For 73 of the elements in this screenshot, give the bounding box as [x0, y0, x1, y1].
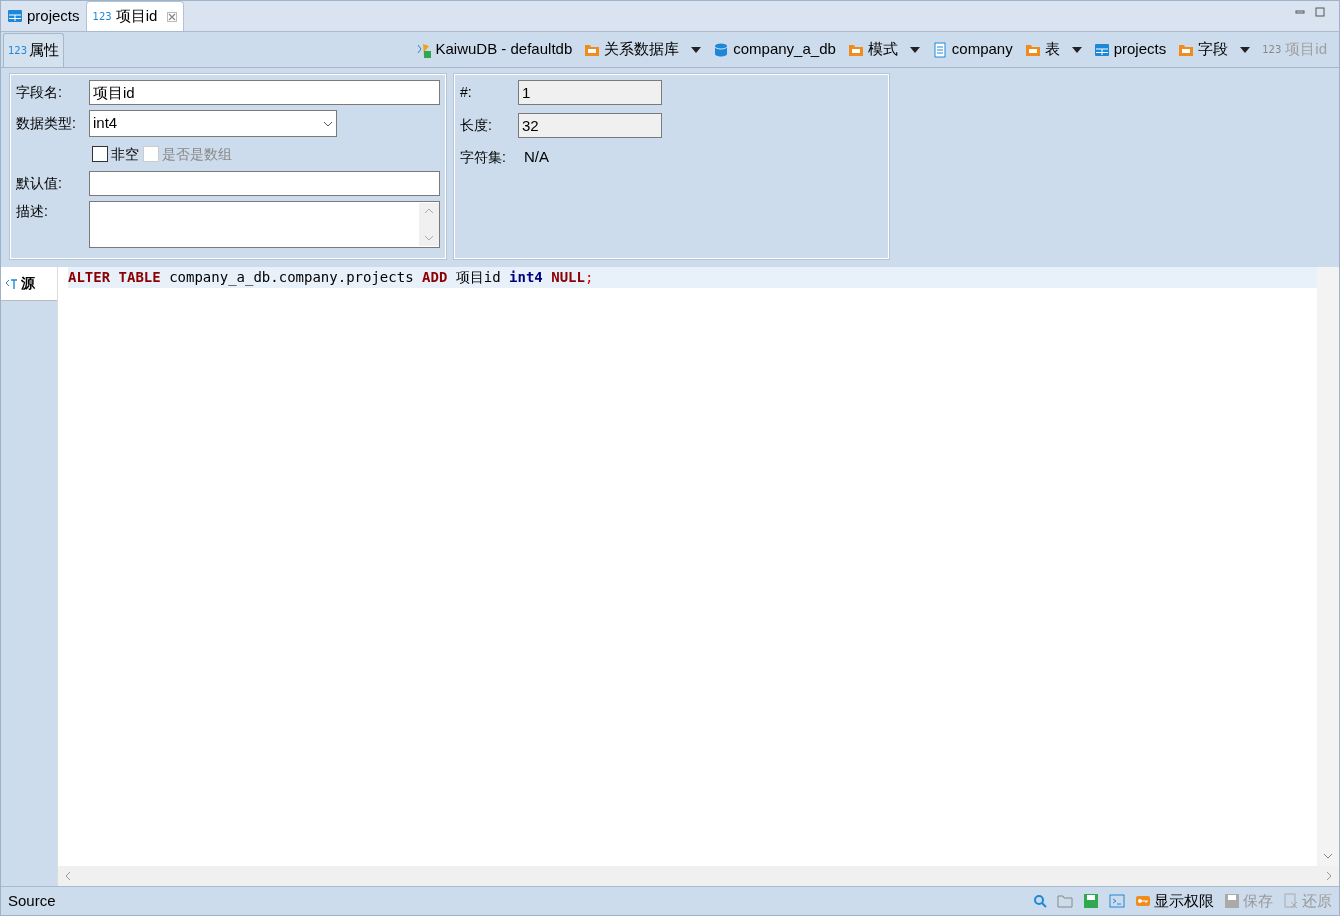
breadcrumb-label: company — [951, 39, 1013, 60]
field-label: 字段名: — [16, 83, 63, 102]
dropdown-icon[interactable] — [1071, 46, 1082, 53]
source-icon — [5, 277, 18, 290]
table-icon — [1093, 41, 1110, 58]
scroll-down-icon[interactable] — [1323, 852, 1333, 860]
source-tab[interactable]: 源 — [1, 267, 57, 301]
breadcrumb-item[interactable]: 模式 — [847, 38, 898, 61]
breadcrumb-label: 项目id — [1285, 39, 1327, 60]
data-type-dropdown[interactable]: int4 — [89, 110, 337, 137]
scroll-down-icon — [424, 235, 434, 241]
breadcrumb-label: 关系数据库 — [604, 39, 680, 60]
field-label: #: — [460, 83, 473, 102]
dropdown-icon[interactable] — [909, 46, 920, 53]
breadcrumb-item[interactable]: company_a_db — [713, 38, 836, 61]
tab-label: projects — [27, 5, 80, 26]
terminal-icon[interactable] — [1109, 893, 1125, 909]
number-icon: 123 — [8, 44, 28, 57]
breadcrumb-item[interactable]: 字段 — [1178, 38, 1229, 61]
breadcrumb-item[interactable]: projects — [1093, 38, 1167, 61]
close-icon[interactable] — [167, 11, 178, 22]
name-field[interactable]: 项目id — [89, 80, 440, 105]
table-icon — [7, 8, 23, 24]
tab-label: 属性 — [29, 40, 60, 61]
save-icon[interactable] — [1083, 893, 1099, 909]
read-only-field: 1 — [518, 80, 662, 105]
number-icon: 123 — [1262, 43, 1282, 56]
checkbox[interactable]: 非空 — [92, 143, 139, 165]
breadcrumb-item[interactable]: 表 — [1024, 38, 1060, 61]
dropdown-icon[interactable] — [1240, 46, 1251, 53]
breadcrumb-item[interactable]: 关系数据库 — [584, 38, 680, 61]
scroll-left-icon[interactable] — [64, 871, 72, 881]
breadcrumb-item[interactable]: company — [931, 38, 1013, 61]
breadcrumb-label: 字段 — [1198, 39, 1229, 60]
breadcrumb-label: 模式 — [867, 39, 898, 60]
scroll-up-icon — [424, 208, 434, 214]
scroll-right-icon[interactable] — [1325, 871, 1333, 881]
vertical-scrollbar[interactable] — [1317, 267, 1339, 866]
tab-label: 项目id — [115, 6, 158, 27]
breadcrumb-label: projects — [1113, 39, 1167, 60]
search-icon[interactable] — [1033, 894, 1047, 908]
checkbox: 是否是数组 — [143, 143, 232, 165]
chevron-down-icon — [323, 120, 333, 127]
field-label: 描述: — [16, 202, 49, 221]
description-field[interactable] — [89, 201, 440, 248]
editor-tab[interactable]: 123 项目id — [85, 1, 185, 31]
save-icon — [1224, 893, 1240, 909]
field-value: N/A — [523, 147, 549, 167]
status-label: Source — [8, 890, 56, 911]
folder-icon[interactable] — [1057, 893, 1073, 909]
revert-icon — [1283, 893, 1299, 909]
database-connection-icon — [415, 41, 432, 58]
horizontal-scrollbar[interactable] — [58, 866, 1339, 886]
field-label: 数据类型: — [16, 114, 77, 133]
breadcrumb-item[interactable]: KaiwuDB - defaultdb — [415, 38, 573, 61]
field-label: 默认值: — [16, 174, 63, 193]
breadcrumb-label: company_a_db — [733, 39, 836, 60]
field-label: 长度: — [460, 116, 493, 135]
status-button[interactable]: 显示权限 — [1135, 889, 1214, 913]
breadcrumb-label: 表 — [1044, 39, 1060, 60]
properties-tab[interactable]: 123 属性 — [3, 33, 65, 67]
editor-tab[interactable]: projects — [1, 1, 86, 31]
dropdown-icon[interactable] — [691, 46, 702, 53]
document-icon — [931, 41, 948, 58]
breadcrumb-label: KaiwuDB - defaultdb — [435, 39, 573, 60]
database-icon — [713, 41, 730, 58]
default-value-field[interactable] — [89, 171, 440, 196]
read-only-field: 32 — [518, 113, 662, 138]
maximize-icon[interactable] — [1315, 7, 1325, 17]
minimize-icon[interactable] — [1295, 7, 1305, 17]
field-label: 字符集: — [460, 147, 507, 167]
number-icon: 123 — [92, 10, 112, 23]
key-icon — [1135, 893, 1151, 909]
